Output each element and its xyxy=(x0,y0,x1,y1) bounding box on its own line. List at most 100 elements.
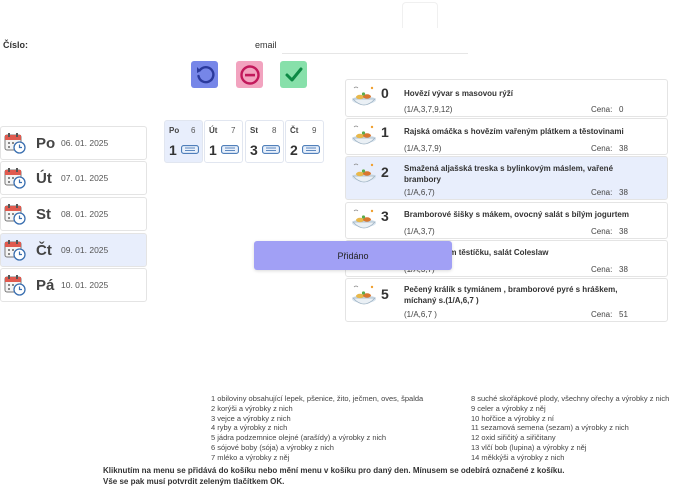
ticket-icon xyxy=(302,145,320,154)
day-row[interactable]: St 08. 01. 2025 xyxy=(0,197,147,231)
price-label: Cena: xyxy=(591,144,613,153)
confirm-ok-button[interactable] xyxy=(280,61,307,88)
day-row[interactable]: Čt 09. 01. 2025 xyxy=(0,233,147,267)
cart-cell[interactable]: Po 6 1 xyxy=(164,120,203,163)
price-label: Cena: xyxy=(591,265,613,274)
ticket-icon xyxy=(262,145,280,154)
menu-number: 2 xyxy=(381,164,389,180)
price-label: Cena: xyxy=(591,105,613,114)
ticket-icon xyxy=(181,145,199,154)
food-bowl-icon xyxy=(352,285,376,305)
cart-cell[interactable]: St 8 3 xyxy=(245,120,284,163)
menu-dish-name: Smažená aljašská treska s bylinkovým más… xyxy=(404,164,614,184)
allergen-item: 1 obiloviny obsahující lepek, pšenice, ž… xyxy=(211,394,424,403)
cart-menu-number: 9 xyxy=(312,126,317,135)
cart-quantity: 2 xyxy=(290,142,298,158)
allergen-item: 3 vejce a výrobky z nich xyxy=(211,413,291,423)
calendar-clock-icon xyxy=(4,240,26,261)
allergen-item: 11 sezamová semena (sezam) a výrobky z n… xyxy=(471,423,629,433)
allergen-item: 10 hořčice a výrobky z ní xyxy=(471,413,554,423)
menu-dish-name: Hovězí vývar s masovou rýží xyxy=(404,89,513,98)
allergen-item: 4 ryby a výrobky z nich xyxy=(211,423,288,433)
cart-quantity: 3 xyxy=(250,142,258,158)
allergen-item: 9 celer a výrobky z něj xyxy=(471,403,546,413)
menu-item[interactable]: 5 Pečený králík s tymiánem , bramborové p… xyxy=(345,278,668,322)
cart-quantity: 1 xyxy=(209,142,217,158)
food-bowl-icon xyxy=(352,125,376,145)
allergen-list-left: 1 obiloviny obsahující lepek, pšenice, ž… xyxy=(211,394,423,463)
price-label: Cena: xyxy=(591,188,613,197)
cart-menu-number: 8 xyxy=(272,126,277,135)
allergen-item: 6 sójové boby (sója) a výrobky z nich xyxy=(211,442,334,452)
day-date: 06. 01. 2025 xyxy=(61,138,109,148)
cart-quantity: 1 xyxy=(169,142,177,158)
cislo-label: Číslo: xyxy=(3,40,29,50)
allergen-item: 13 vlčí bob (lupina) a výrobky z něj xyxy=(471,442,587,452)
cart-menu-number: 6 xyxy=(191,126,196,135)
added-toast: Přidáno xyxy=(254,241,452,270)
menu-price: 51 xyxy=(619,310,628,319)
menu-item[interactable]: 1 Rajská omáčka s hovězím vařeným plátkem… xyxy=(345,118,668,155)
day-name: Čt xyxy=(36,241,52,259)
menu-number: 0 xyxy=(381,85,389,101)
menu-item[interactable]: 3 Bramborové šišky s mákem, ovocný salát … xyxy=(345,202,668,239)
menu-price: 38 xyxy=(619,227,628,236)
calendar-clock-icon xyxy=(4,275,26,296)
day-name: Út xyxy=(36,169,52,187)
food-bowl-icon xyxy=(352,86,376,106)
email-field[interactable] xyxy=(282,53,468,54)
day-name: Pá xyxy=(36,276,55,294)
instruction-note: Kliknutím na menu se přidává do košíku n… xyxy=(103,466,565,475)
check-icon xyxy=(285,67,302,81)
day-name: St xyxy=(36,205,51,223)
day-date: 09. 01. 2025 xyxy=(61,245,109,255)
menu-allergens: (1/A,3,7,9,12) xyxy=(404,105,453,114)
allergen-item: 14 měkkýši a výrobky z nich xyxy=(471,452,565,462)
menu-allergens: (1/A,3,7,9) xyxy=(404,144,442,153)
menu-dish-name: Rajská omáčka s hovězím vařeným plátkem … xyxy=(404,127,624,136)
cart-menu-number: 7 xyxy=(231,126,236,135)
menu-price: 38 xyxy=(619,188,628,197)
day-name: Po xyxy=(36,134,56,152)
allergen-item: 7 mléko a výrobky z něj xyxy=(211,452,290,462)
undo-icon xyxy=(196,65,215,83)
price-label: Cena: xyxy=(591,227,613,236)
calendar-clock-icon xyxy=(4,168,26,189)
menu-allergens: (1/A,6,7 ) xyxy=(404,310,437,319)
remove-button[interactable] xyxy=(236,61,263,88)
menu-item[interactable]: 2 Smažená aljašská treska s bylinkovým má… xyxy=(345,156,668,200)
instruction-note-confirm: Vše se pak musí potvrdit zeleným tlačítk… xyxy=(103,477,285,486)
food-bowl-icon xyxy=(352,209,376,229)
menu-item[interactable]: 0 Hovězí vývar s masovou rýží (1/A,3,7,9,1… xyxy=(345,79,668,117)
menu-dish-name: Bramborové šišky s mákem, ovocný salát s… xyxy=(404,210,629,219)
cart-day: Po xyxy=(169,126,180,135)
day-date: 08. 01. 2025 xyxy=(61,209,109,219)
cart-day: Út xyxy=(209,126,218,135)
menu-price: 0 xyxy=(619,105,624,114)
day-row[interactable]: Pá 10. 01. 2025 xyxy=(0,268,147,302)
cart-cell[interactable]: Út 7 1 xyxy=(204,120,243,163)
ticket-icon xyxy=(221,145,239,154)
allergen-item: 12 oxid siřičitý a siřičitany xyxy=(471,433,556,443)
email-label: email xyxy=(255,40,277,50)
menu-price: 38 xyxy=(619,265,628,274)
reset-button[interactable] xyxy=(191,61,218,88)
day-date: 10. 01. 2025 xyxy=(61,280,109,290)
calendar-clock-icon xyxy=(4,204,26,225)
allergen-item: 5 jádra podzemnice olejné (arašídy) a vý… xyxy=(211,433,387,443)
menu-number: 3 xyxy=(381,208,389,224)
price-label: Cena: xyxy=(591,310,613,319)
menu-dish-name: Pečený králík s tymiánem , bramborové py… xyxy=(404,285,618,305)
cart-day: St xyxy=(250,126,258,135)
menu-allergens: (1/A,6,7) xyxy=(404,188,435,197)
allergen-item: 8 suché skořápkové plody, všechny ořechy… xyxy=(471,394,670,403)
cart-cell[interactable]: Čt 9 2 xyxy=(285,120,324,163)
calendar-clock-icon xyxy=(4,133,26,154)
food-bowl-icon xyxy=(352,163,376,183)
minus-circle-icon xyxy=(239,64,260,85)
menu-number: 5 xyxy=(381,286,389,302)
allergen-list-right: 8 suché skořápkové plody, všechny ořechy… xyxy=(471,394,669,463)
header-tab-outline xyxy=(402,2,438,28)
day-row[interactable]: Po 06. 01. 2025 xyxy=(0,126,147,160)
day-row[interactable]: Út 07. 01. 2025 xyxy=(0,161,147,195)
